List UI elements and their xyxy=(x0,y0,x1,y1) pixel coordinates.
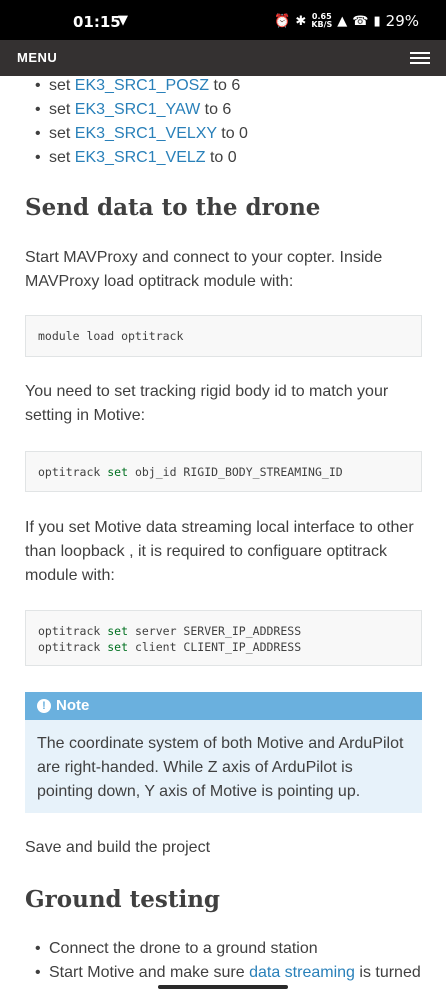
list-item: set EK3_SRC1_VELXY to 0 xyxy=(35,122,248,146)
code-line: optitrack set client CLIENT_IP_ADDRESS xyxy=(38,640,302,654)
signal-icon: ▮ xyxy=(373,13,381,29)
status-time: 01:15 xyxy=(73,13,121,31)
param-link[interactable]: EK3_SRC1_VELZ xyxy=(75,149,206,166)
code-line: optitrack set obj_id RIGID_BODY_STREAMIN… xyxy=(38,465,343,479)
call-icon: ☎ xyxy=(352,13,369,29)
menu-title[interactable]: MENU xyxy=(17,50,57,65)
shield-icon: ▼ xyxy=(118,13,128,28)
intro-paragraph: Start MAVProxy and connect to your copte… xyxy=(25,249,383,290)
wifi-icon: ▲ xyxy=(337,13,348,29)
section-heading-ground-testing: Ground testing xyxy=(25,886,221,913)
gesture-nav-handle[interactable] xyxy=(158,985,288,989)
ground-testing-list: Connect the drone to a ground station St… xyxy=(35,937,421,985)
section-heading-send-data: Send data to the drone xyxy=(25,194,321,221)
info-icon: ! xyxy=(37,699,51,713)
save-build-text: Save and build the project xyxy=(25,839,211,856)
code-line: optitrack set server SERVER_IP_ADDRESS xyxy=(38,624,302,638)
code-line: module load optitrack xyxy=(38,329,184,343)
status-bar: 01:15 ▼ ⏰ ✱ 0.65 KB/S ▲ ☎ ▮ 29% xyxy=(0,0,446,40)
code-block-obj-id: optitrack set obj_id RIGID_BODY_STREAMIN… xyxy=(25,451,422,492)
rigid-body-paragraph: You need to set tracking rigid body id t… xyxy=(25,383,389,424)
hamburger-menu-icon[interactable] xyxy=(410,52,430,65)
note-title: Note xyxy=(56,697,90,714)
param-link[interactable]: EK3_SRC1_YAW xyxy=(75,101,200,118)
data-streaming-link[interactable]: data streaming xyxy=(249,964,355,981)
page-content: set EK3_SRC1_POSZ to 6 set EK3_SRC1_YAW … xyxy=(0,76,446,998)
note-admonition: ! Note The coordinate system of both Mot… xyxy=(25,692,422,813)
status-icons: ⏰ ✱ 0.65 KB/S ▲ ☎ ▮ 29% xyxy=(274,12,419,30)
interface-paragraph: If you set Motive data streaming local i… xyxy=(25,519,414,584)
note-header: ! Note xyxy=(25,692,422,720)
network-speed: 0.65 KB/S xyxy=(311,13,332,29)
param-link[interactable]: EK3_SRC1_POSZ xyxy=(75,77,209,94)
bluetooth-icon: ✱ xyxy=(295,13,307,29)
param-link[interactable]: EK3_SRC1_VELXY xyxy=(75,125,217,142)
list-item: set EK3_SRC1_POSZ to 6 xyxy=(35,76,248,98)
note-body: The coordinate system of both Motive and… xyxy=(37,735,404,800)
battery-percentage: 29% xyxy=(385,12,419,30)
top-menu-bar: MENU xyxy=(0,40,446,76)
list-item: set EK3_SRC1_VELZ to 0 xyxy=(35,146,248,170)
code-block-load-module: module load optitrack xyxy=(25,315,422,357)
parameter-list: set EK3_SRC1_POSZ to 6 set EK3_SRC1_YAW … xyxy=(35,76,248,170)
network-speed-unit: KB/S xyxy=(311,20,333,29)
alarm-icon: ⏰ xyxy=(274,13,291,29)
list-item: Start Motive and make sure data streamin… xyxy=(35,961,421,985)
list-item: Connect the drone to a ground station xyxy=(35,937,421,961)
list-item: set EK3_SRC1_YAW to 6 xyxy=(35,98,248,122)
code-block-server-client: optitrack set server SERVER_IP_ADDRESS o… xyxy=(25,610,422,666)
